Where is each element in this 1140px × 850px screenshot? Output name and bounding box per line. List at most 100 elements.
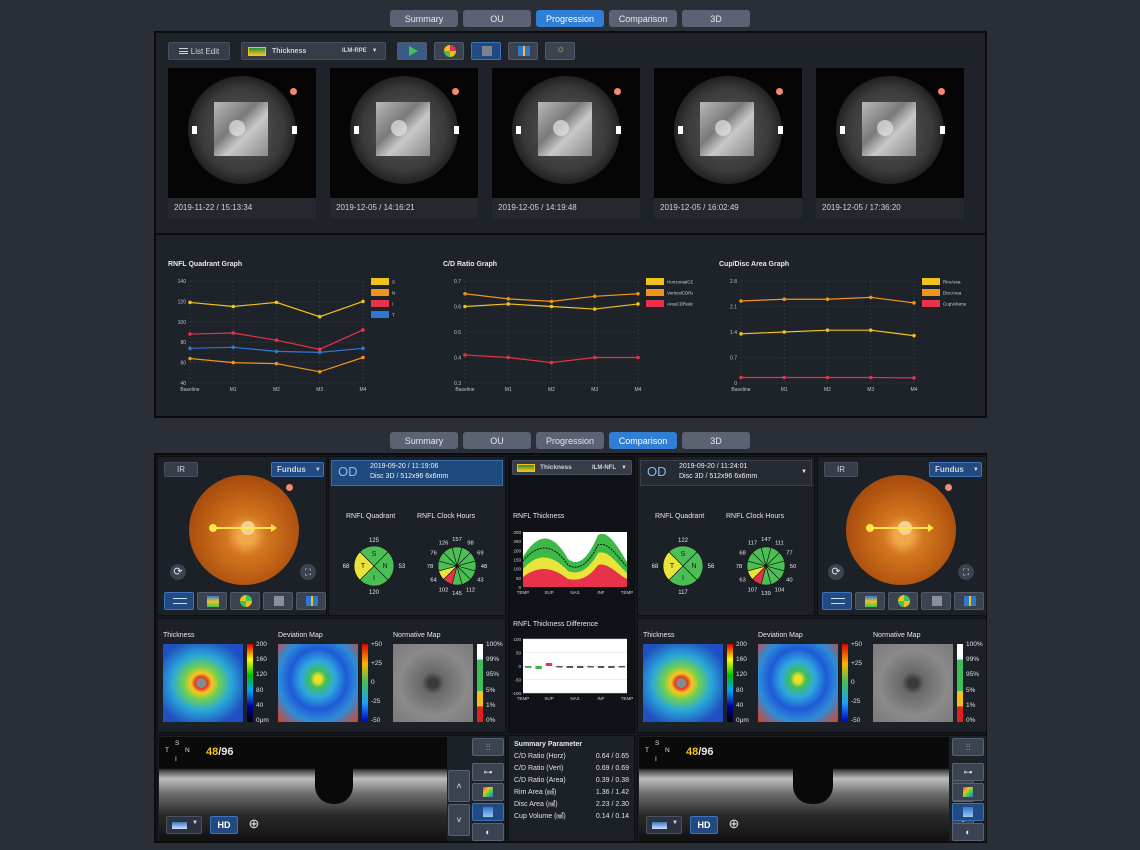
scan-date: 2019-09-20 / 11:24:01 [679,463,748,470]
difference-bar [608,666,615,668]
left-oct-panel: S N I T 48/96 ▼ HD ⊕ ˄ ˅ ⫶⫶ ⊶ ◐ [157,735,506,842]
deviation-button[interactable] [230,592,260,610]
oct-mode-select[interactable]: ▼ [646,816,682,834]
overlay-button[interactable] [472,803,504,821]
adjust-button[interactable]: ⫶⫶ [472,738,504,756]
center-layer-select[interactable]: Thickness ILM-NFL ▼ [512,460,632,475]
data-point [739,375,743,380]
oct-mode-select[interactable]: ▼ [166,816,202,834]
lines-icon [173,598,187,604]
tab-ou[interactable]: OU [463,432,531,449]
scroll-up-button[interactable]: ˄ [448,770,470,802]
scan-thumbnail[interactable]: 2019-12-05 / 14:16:21 [330,68,478,218]
play-button[interactable] [397,42,427,60]
fullscreen-icon[interactable]: ⛶ [958,564,974,580]
layer-label: Thickness [540,464,572,471]
quadrant-letter: I [682,575,684,582]
lines-scan-button[interactable] [164,592,194,610]
tab-3d[interactable]: 3D [682,432,750,449]
scan-thumbnail[interactable]: 2019-12-05 / 16:02:49 [654,68,802,218]
scale-label: 99% [966,656,980,664]
play-icon [409,46,418,56]
tab-3d[interactable]: 3D [682,10,750,27]
contrast-button[interactable]: ◐ [472,823,504,841]
color-map-button[interactable] [952,783,984,801]
ir-button[interactable]: IR [164,462,198,477]
settings-button[interactable]: ☼ [545,42,575,60]
tab-summary[interactable]: Summary [390,432,458,449]
data-point [739,332,743,336]
tab-progression[interactable]: Progression [536,10,604,27]
quadrant-value-I: 120 [369,590,380,596]
fundus-select[interactable]: Fundus ▼ [271,462,324,477]
clock-value: 139 [761,591,771,597]
x-tick-label: NAS [570,696,579,701]
summary-title: Summary Parameter [514,740,583,748]
grid-button[interactable] [954,592,984,610]
left-rnfl-panel: OD 2019-09-20 / 11:19:06 Disc 3D / 512x9… [328,456,506,616]
legend-swatch [922,300,940,307]
scale-label: 0 [371,679,375,686]
x-tick-label: INF [597,590,605,595]
y-tick-label: 100 [513,637,521,642]
layer-select[interactable]: Thickness ILM-RPE ▼ [241,42,386,60]
deviation-button[interactable] [888,592,918,610]
data-point [912,376,916,380]
rotate-icon[interactable]: ⟳ [170,564,186,580]
hd-button[interactable]: HD [210,816,238,834]
zoom-icon[interactable]: ⊕ [244,816,264,834]
lines-scan-button[interactable] [822,592,852,610]
adjust-button[interactable]: ⫶⫶ [952,738,984,756]
data-point [317,369,322,374]
rotate-icon[interactable]: ⟳ [828,564,844,580]
tab-comparison[interactable]: Comparison [609,432,677,449]
slice-number: 48 [686,746,699,758]
layer-line-button[interactable]: ⊶ [472,763,504,781]
deviation-button[interactable] [434,42,464,60]
y-tick-label: 100 [513,567,521,572]
difference-bar [577,666,584,668]
legend-label: HorizontalCDRatio [667,280,693,285]
rnfl-clock-title: RNFL Clock Hours [726,513,785,520]
fundus-button[interactable] [921,592,951,610]
ir-button[interactable]: IR [824,462,858,477]
scan-thumbnail[interactable]: 2019-12-05 / 17:36:20 [816,68,964,218]
fundus-select[interactable]: Fundus ▼ [929,462,982,477]
tab-comparison[interactable]: Comparison [609,10,677,27]
layer-line-button[interactable]: ⊶ [952,763,984,781]
layer-label: Thickness [272,47,307,55]
overlay-button[interactable] [952,803,984,821]
contrast-button[interactable]: ◐ [952,823,984,841]
grid-icon [306,596,318,606]
fundus-button[interactable] [471,42,501,60]
fullscreen-icon[interactable]: ⛶ [300,564,316,580]
data-point [274,338,279,342]
scale-label: 0 [851,679,855,686]
grid-button[interactable] [296,592,326,610]
fundus-button[interactable] [263,592,293,610]
tab-ou[interactable]: OU [463,10,531,27]
x-tick-label: TEMP [517,590,530,595]
scan-thumbnail[interactable]: 2019-12-05 / 14:19:48 [492,68,640,218]
chart-button[interactable] [508,42,538,60]
map-button[interactable] [197,592,227,610]
scan-date: 2019-12-05 / 17:36:20 [822,203,901,212]
tab-summary[interactable]: Summary [390,10,458,27]
palette-icon [483,787,493,797]
right-scan-header[interactable]: OD 2019-09-20 / 11:24:01 Disc 3D / 512x9… [640,460,812,486]
scale-label: 120 [256,671,267,679]
cup-disc-area-graph-title: Cup/Disc Area Graph [719,261,790,268]
legend-swatch [922,289,940,296]
hd-button[interactable]: HD [690,816,718,834]
zoom-icon[interactable]: ⊕ [724,816,744,834]
x-tick-label: M4 [911,387,918,393]
left-fundus-image [189,475,299,585]
color-map-button[interactable] [472,783,504,801]
list-edit-button[interactable]: List Edit [168,42,230,60]
map-button[interactable] [855,592,885,610]
tab-progression[interactable]: Progression [536,432,604,449]
scan-thumbnail[interactable]: 2019-11-22 / 15:13:34 [168,68,316,218]
scroll-down-button[interactable]: ˅ [448,804,470,836]
orient-s: S [175,740,180,747]
clock-value: 157 [452,537,462,543]
